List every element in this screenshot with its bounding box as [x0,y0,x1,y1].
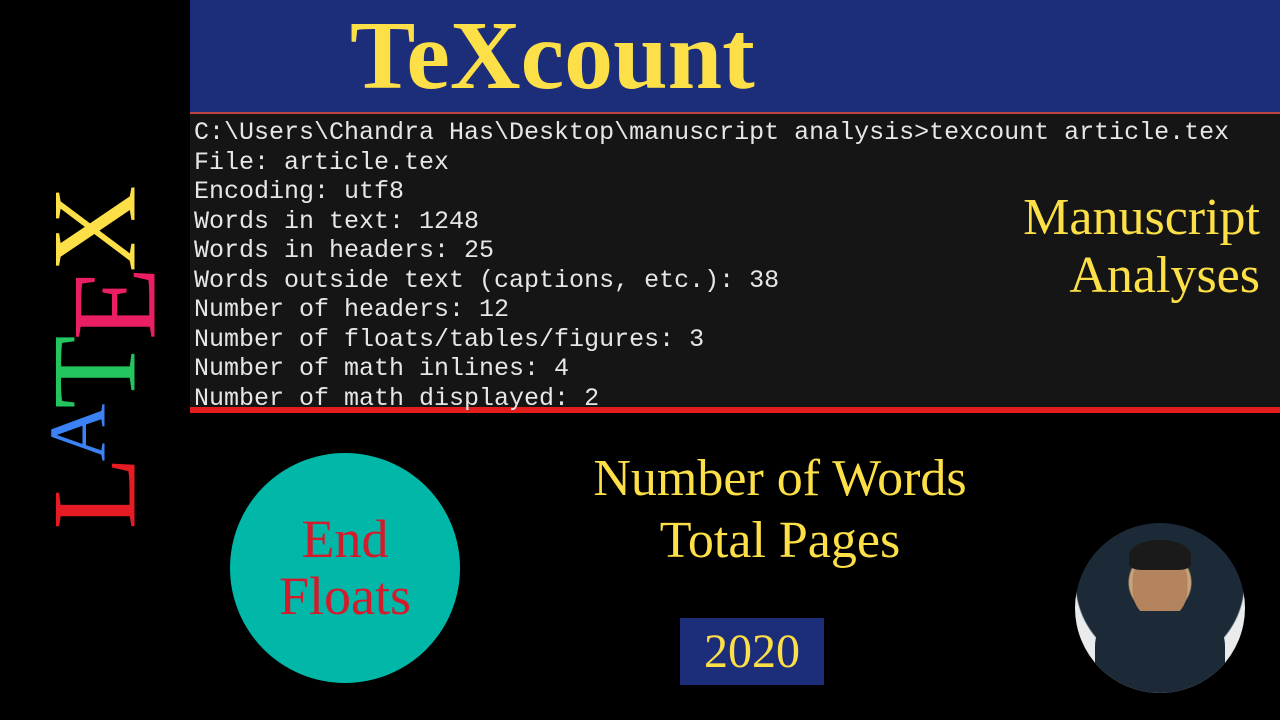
terminal-line: File: article.tex [194,148,1276,178]
bottom-panel: End Floats Number of Words Total Pages 2… [190,413,1280,719]
overlay-line2: Analyses [1069,247,1260,304]
year-badge: 2020 [680,618,824,685]
latex-letter-a: A [35,409,123,462]
page-title: TeXcount [350,0,755,112]
avatar-body [1095,611,1225,693]
terminal-output: C:\Users\Chandra Has\Desktop\manuscript … [190,112,1280,407]
circle-line2: Floats [279,566,411,626]
main-panel: TeXcount C:\Users\Chandra Has\Desktop\ma… [190,0,1280,720]
manuscript-analyses-label: Manuscript Analyses [1023,189,1260,305]
terminal-line: Number of math inlines: 4 [194,354,1276,384]
feature-line1: Number of Words [593,450,966,507]
terminal-line: Number of floats/tables/figures: 3 [194,325,1276,355]
latex-letter-l: L [28,461,161,529]
latex-logo: LATEX [26,190,164,529]
latex-letter-x: X [28,190,161,272]
end-floats-badge: End Floats [230,453,460,683]
terminal-line: C:\Users\Chandra Has\Desktop\manuscript … [194,118,1276,148]
terminal-line: Number of math displayed: 2 [194,384,1276,414]
circle-line1: End [302,509,389,569]
latex-sidebar: LATEX [0,0,190,720]
presenter-avatar [1075,523,1245,693]
feature-line2: Total Pages [660,512,900,569]
overlay-line1: Manuscript [1023,189,1260,246]
latex-letter-t: T [28,340,161,408]
latex-letter-e: E [48,272,181,340]
title-bar: TeXcount [190,0,1280,112]
feature-text: Number of Words Total Pages [480,448,1080,573]
